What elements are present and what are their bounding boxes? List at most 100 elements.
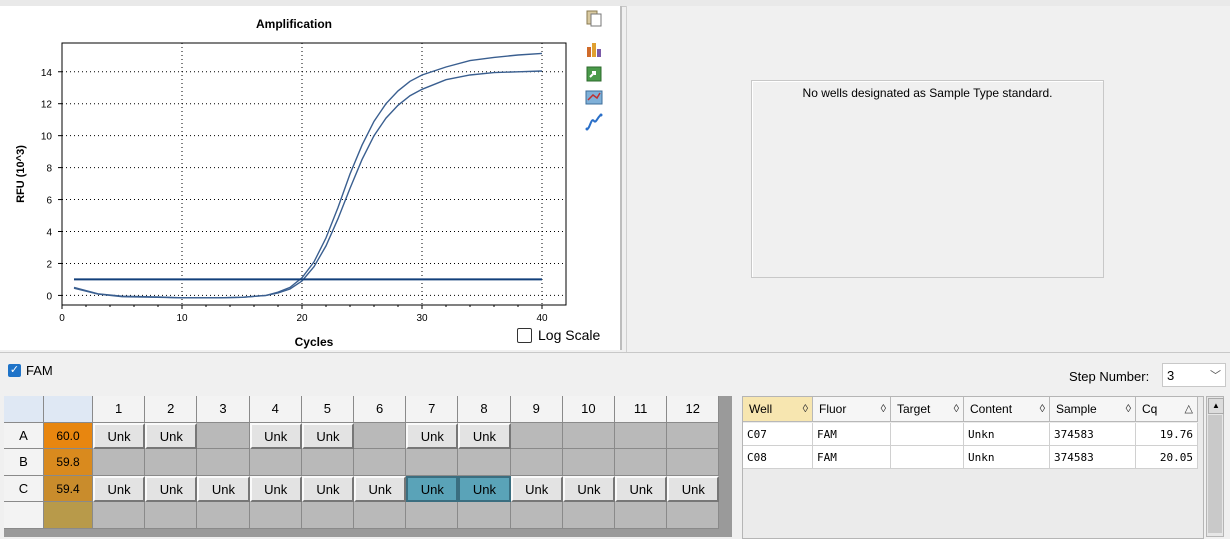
plate-column-header[interactable]: 8	[458, 396, 511, 423]
plate-well-partial[interactable]	[249, 502, 302, 529]
plate-row-header[interactable]: B	[4, 449, 44, 476]
plate-well[interactable]: Unk	[667, 475, 720, 502]
results-scrollbar[interactable]: ▲	[1206, 396, 1224, 537]
plate-well[interactable]: Unk	[615, 475, 668, 502]
fam-fluor-toggle[interactable]: ✓ FAM	[8, 363, 53, 378]
step-number-select[interactable]: 3 ﹀	[1162, 363, 1226, 387]
table-cell-content[interactable]: Unkn	[964, 423, 1050, 446]
plate-well[interactable]: Unk	[458, 475, 511, 502]
plate-well[interactable]: Unk	[458, 422, 511, 449]
plate-well-empty[interactable]	[93, 449, 146, 476]
plate-well-empty[interactable]	[510, 449, 563, 476]
plate-column-header[interactable]: 12	[667, 396, 720, 423]
column-header-sample[interactable]: Sample ◊	[1050, 397, 1136, 422]
plate-well-partial[interactable]	[510, 502, 563, 529]
plate-well[interactable]: Unk	[145, 422, 198, 449]
sort-icon[interactable]: ◊	[954, 397, 959, 422]
column-header-fluor[interactable]: Fluor ◊	[813, 397, 891, 422]
plate-well-partial[interactable]	[197, 502, 250, 529]
plate-well-partial[interactable]	[406, 502, 459, 529]
plate-well-empty[interactable]	[145, 449, 198, 476]
column-header-content[interactable]: Content ◊	[964, 397, 1050, 422]
threshold-icon[interactable]	[584, 112, 604, 132]
table-cell-target[interactable]	[891, 423, 964, 446]
plate-well-empty[interactable]	[249, 449, 302, 476]
export-icon[interactable]	[584, 64, 604, 84]
table-cell-fluor[interactable]: FAM	[813, 423, 891, 446]
plate-well[interactable]: Unk	[301, 475, 354, 502]
plate-well-empty[interactable]	[667, 422, 720, 449]
plate-well-partial[interactable]	[458, 502, 511, 529]
plate-well-empty[interactable]	[301, 449, 354, 476]
plate-well-empty[interactable]	[667, 449, 720, 476]
plate-well-empty[interactable]	[197, 449, 250, 476]
zoom-icon[interactable]	[584, 88, 604, 108]
plate-well[interactable]: Unk	[354, 475, 407, 502]
plate-well-empty[interactable]	[406, 449, 459, 476]
plate-well[interactable]: Unk	[145, 475, 198, 502]
table-cell-sample[interactable]: 374583	[1050, 446, 1136, 469]
plate-column-header[interactable]: 7	[406, 396, 459, 423]
plate-well-partial[interactable]	[354, 502, 407, 529]
plate-well-empty[interactable]	[562, 449, 615, 476]
plate-column-header[interactable]: 11	[615, 396, 668, 423]
plate-well-empty[interactable]	[354, 422, 407, 449]
plate-well[interactable]: Unk	[93, 422, 146, 449]
plate-well-partial[interactable]	[145, 502, 198, 529]
scroll-thumb[interactable]	[1208, 415, 1222, 533]
plate-row-header[interactable]: A	[4, 422, 44, 449]
scroll-up-icon[interactable]: ▲	[1208, 398, 1224, 414]
fam-checkbox[interactable]: ✓	[8, 364, 21, 377]
plate-column-header[interactable]: 5	[301, 396, 354, 423]
plate-well-empty[interactable]	[197, 422, 250, 449]
plate-column-header[interactable]: 10	[562, 396, 615, 423]
plate-well[interactable]: Unk	[93, 475, 146, 502]
column-header-well[interactable]: Well ◊	[743, 397, 813, 422]
table-cell-fluor[interactable]: FAM	[813, 446, 891, 469]
sort-icon[interactable]: ◊	[1040, 397, 1045, 422]
column-header-cq[interactable]: Cq △	[1136, 397, 1198, 422]
plate-well-partial[interactable]	[93, 502, 146, 529]
table-cell-content[interactable]: Unkn	[964, 446, 1050, 469]
plate-row-header[interactable]: C	[4, 475, 44, 502]
plate-well-partial[interactable]	[615, 502, 668, 529]
plate-well-empty[interactable]	[615, 449, 668, 476]
sort-icon[interactable]: ◊	[881, 397, 886, 422]
plate-column-header[interactable]: 1	[93, 396, 146, 423]
plate-column-header[interactable]: 9	[510, 396, 563, 423]
sort-icon[interactable]: ◊	[1126, 397, 1131, 422]
table-cell-well[interactable]: C08	[743, 446, 813, 469]
plate-well-empty[interactable]	[615, 422, 668, 449]
plate-well[interactable]: Unk	[249, 422, 302, 449]
plate-well-empty[interactable]	[562, 422, 615, 449]
plate-well-empty[interactable]	[354, 449, 407, 476]
sort-icon[interactable]: ◊	[803, 397, 808, 422]
table-cell-sample[interactable]: 374583	[1050, 423, 1136, 446]
log-scale-checkbox[interactable]	[517, 327, 532, 343]
plate-well[interactable]: Unk	[510, 475, 563, 502]
plate-well-partial[interactable]	[667, 502, 720, 529]
column-header-target[interactable]: Target ◊	[891, 397, 964, 422]
table-cell-cq[interactable]: 20.05	[1136, 446, 1198, 469]
sort-ascending-icon[interactable]: △	[1185, 397, 1193, 422]
plate-well[interactable]: Unk	[562, 475, 615, 502]
plate-well-partial[interactable]	[562, 502, 615, 529]
table-cell-well[interactable]: C07	[743, 423, 813, 446]
table-cell-target[interactable]	[891, 446, 964, 469]
plate-column-header[interactable]: 4	[249, 396, 302, 423]
plate-column-header[interactable]: 2	[145, 396, 198, 423]
plate-well[interactable]: Unk	[406, 422, 459, 449]
copy-icon[interactable]	[584, 8, 604, 28]
plate-well-empty[interactable]	[458, 449, 511, 476]
plate-well[interactable]: Unk	[301, 422, 354, 449]
table-cell-cq[interactable]: 19.76	[1136, 423, 1198, 446]
plate-well[interactable]: Unk	[249, 475, 302, 502]
chart-settings-icon[interactable]	[584, 39, 604, 59]
plate-well[interactable]: Unk	[197, 475, 250, 502]
plate-well-partial[interactable]	[301, 502, 354, 529]
plate-column-header[interactable]: 3	[197, 396, 250, 423]
plate-well-empty[interactable]	[510, 422, 563, 449]
plate-column-header[interactable]: 6	[354, 396, 407, 423]
plate-well[interactable]: Unk	[406, 475, 459, 502]
log-scale-toggle[interactable]: Log Scale	[517, 327, 600, 343]
